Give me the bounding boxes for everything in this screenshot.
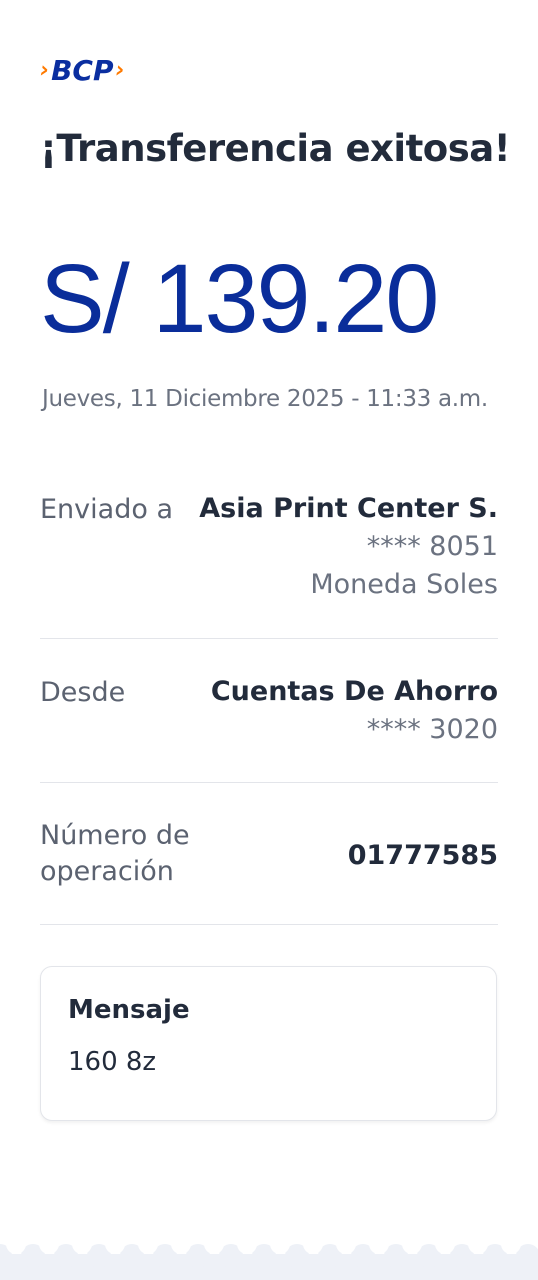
bcp-logo: › BCP › bbox=[40, 56, 125, 86]
operation-label-line2: operación bbox=[40, 856, 174, 887]
from-row: Desde Cuentas De Ahorro **** 3020 bbox=[40, 673, 498, 753]
operation-number: 01777585 bbox=[347, 840, 498, 871]
receipt-scalloped-edge bbox=[0, 1240, 538, 1280]
operation-row: Número de operación 01777585 bbox=[40, 818, 498, 898]
recipient-account: **** 8051 bbox=[366, 531, 498, 562]
divider bbox=[40, 924, 498, 925]
message-title: Mensaje bbox=[68, 995, 190, 1025]
sent-to-label: Enviado a bbox=[40, 494, 173, 525]
source-account-name: Cuentas De Ahorro bbox=[210, 676, 498, 707]
scalloped-edge-graphic bbox=[0, 1240, 538, 1280]
source-account-number: **** 3020 bbox=[366, 714, 498, 745]
divider bbox=[40, 782, 498, 783]
recipient-name: Asia Print Center S. bbox=[199, 493, 498, 524]
operation-label-line1: Número de bbox=[40, 820, 190, 851]
transfer-amount: S/ 139.20 bbox=[40, 244, 439, 353]
sent-to-values: Asia Print Center S. **** 8051 Moneda So… bbox=[199, 490, 498, 604]
message-text: 160 8z bbox=[68, 1047, 157, 1077]
logo-chevron-right-icon: › bbox=[115, 58, 125, 83]
operation-values: 01777585 bbox=[348, 837, 498, 875]
divider bbox=[40, 638, 498, 639]
logo-text: BCP bbox=[51, 54, 114, 87]
recipient-currency: Moneda Soles bbox=[310, 569, 498, 600]
from-values: Cuentas De Ahorro **** 3020 bbox=[211, 673, 498, 749]
page-title: ¡Transferencia exitosa! bbox=[40, 127, 511, 170]
logo-chevron-left-icon: › bbox=[40, 58, 50, 83]
message-card: Mensaje 160 8z bbox=[40, 966, 497, 1121]
transfer-datetime: Jueves, 11 Diciembre 2025 - 11:33 a.m. bbox=[42, 386, 488, 412]
from-label: Desde bbox=[40, 677, 126, 708]
operation-label: Número de operación bbox=[40, 818, 190, 890]
sent-to-row: Enviado a Asia Print Center S. **** 8051… bbox=[40, 490, 498, 610]
